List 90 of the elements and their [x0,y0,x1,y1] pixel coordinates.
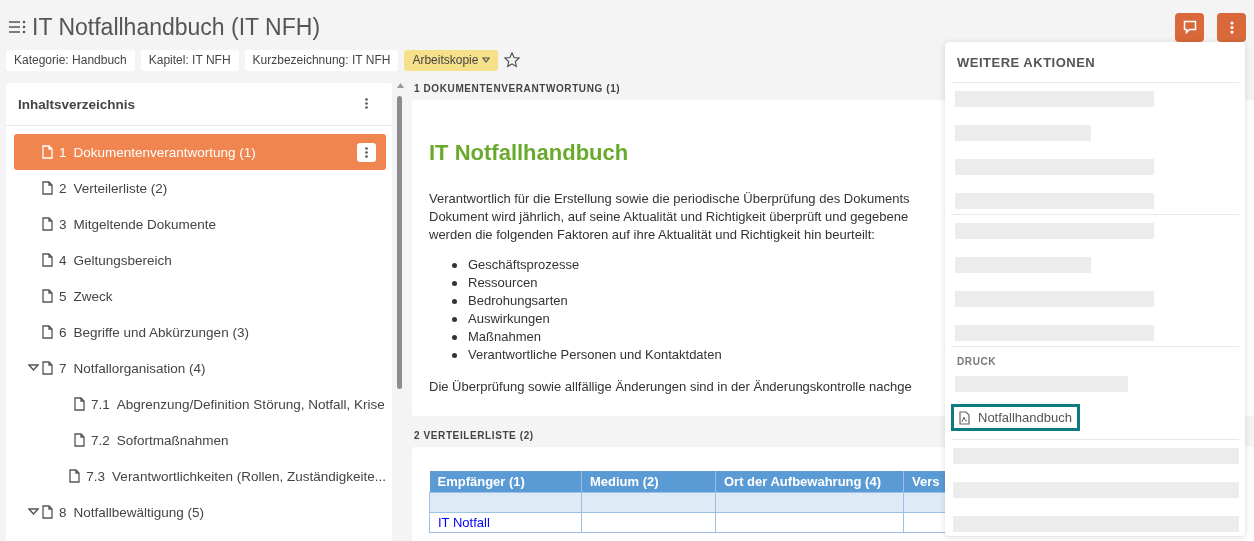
bullet-icon [452,280,457,286]
panel-title: Inhaltsverzeichnis [18,96,136,112]
item-number: 2 [59,180,67,196]
section-heading: 1 DOKUMENTENVERANTWORTUNG (1) [414,83,622,95]
kebab-icon [365,97,368,109]
item-number: 3 [59,216,67,232]
caret-icon [482,57,491,63]
document-icon [42,145,53,159]
document-icon [42,289,53,303]
document-icon [42,217,53,231]
item-number: 1 [59,144,67,160]
paragraph-line: Die Überprüfung sowie allfällige Änderungen sind in der Änderungskontrolle nachge [429,378,912,396]
item-label: Verteilerliste (2) [73,180,168,196]
info-tag: Kategorie: Handbuch [6,49,135,71]
toc-item[interactable]: 8 Notfallbewältigung (5) [14,494,386,530]
item-number: 5 [59,288,67,304]
bullet-icon [452,352,457,358]
toc-item[interactable]: 7.2 Sofortmaßnahmen [14,422,386,458]
kebab-icon [365,146,368,158]
section-heading: 2 VERTEILERLISTE (2) [414,430,535,442]
item-number: 7.1 [91,396,110,412]
toc-item[interactable]: 3 Mitgeltende Dokumente [14,206,386,242]
document-icon [69,469,81,483]
comment-icon [1182,20,1197,34]
bullet-item: Verantwortliche Personen und Kontaktdaten [468,346,722,364]
menu-section-title: DRUCK [956,355,998,368]
item-label: Dokumentenverantwortung (1) [73,144,256,160]
more-button[interactable] [357,142,376,162]
toc-menu-icon[interactable] [8,20,26,34]
bullet-item: Ressourcen [468,274,538,292]
item-label: Notfallbewältigung (5) [73,504,205,520]
document-icon [42,181,53,195]
document-icon [42,361,53,375]
item-number: 6 [59,324,67,340]
item-label: Begriffe und Abkürzungen (3) [73,324,249,340]
item-label: Verantwortlichkeiten (Rollen, Zuständigkeite... [112,468,386,484]
scroll-up-icon[interactable] [397,83,404,88]
item-number: 8 [59,504,67,520]
column-header: Medium (2) [581,471,716,493]
document-icon [74,433,85,447]
more-button[interactable] [1217,12,1246,42]
menu-title: WEITERE AKTIONEN [956,53,1097,72]
pdf-file-icon [959,410,970,425]
document-title: IT Notfallhandbuch [429,140,630,166]
item-label: Mitgeltende Dokumente [73,216,217,232]
toc-item[interactable]: 4 Geltungsbereich [14,242,386,278]
info-tag: Kurzbezeichnung: IT NFH [244,49,399,71]
star-icon[interactable] [504,52,521,68]
paragraph-line: Verantwortlich für die Erstellung sowie die periodische Überprüfung des Dokuments [429,190,910,208]
paragraph-line: werden die folgenden Faktoren auf ihre Aktualität und Richtigkeit hin beurteilt: [429,226,875,244]
toc-item[interactable]: 6 Begriffe und Abkürzungen (3) [14,314,386,350]
item-number: 7.2 [91,432,110,448]
bullet-item: Maßnahmen [468,328,541,346]
bullet-icon [452,298,457,304]
toc-item[interactable]: 7 Notfallorganisation (4) [14,350,386,386]
column-header: Ort der Aufbewahrung (4) [715,471,904,493]
item-number: 7.3 [86,468,106,484]
comment-button[interactable] [1175,12,1204,42]
document-icon [42,253,53,267]
document-icon [42,505,53,519]
item-label: Abgrenzung/Definition Störung, Notfall, Krise [116,396,385,412]
page-title: IT Notfallhandbuch (IT NFH) [32,13,322,41]
caret-icon[interactable] [27,364,39,372]
kebab-icon [1229,20,1234,34]
bullet-item: Bedrohungsarten [468,292,568,310]
bullet-icon [452,262,457,268]
toc-item[interactable]: 2 Verteilerliste (2) [14,170,386,206]
column-header: Empfänger (1) [429,471,582,493]
item-label: Geltungsbereich [73,252,172,268]
bullet-icon [452,334,457,340]
caret-icon[interactable] [27,508,39,516]
item-label: Zweck [73,288,113,304]
paragraph-line: Dokument wird jährlich, auf seine Aktualität und Richtigkeit überprüft und gegebene [429,208,909,226]
info-tag: Kapitel: IT NFH [140,49,239,71]
bullet-item: Geschäftsprozesse [468,256,580,274]
table-cell: IT Notfall [429,512,582,533]
item-number: 4 [59,252,67,268]
item-label: Sofortmaßnahmen [116,432,229,448]
toc-item[interactable]: 5 Zweck [14,278,386,314]
scrollbar-thumb[interactable] [397,96,402,389]
toc-item[interactable]: 7.3 Verantwortlichkeiten (Rollen, Zuständigkeite... [14,458,386,494]
toc-item[interactable]: 7.1 Abgrenzung/Definition Störung, Notfall, Krise [14,386,386,422]
item-number: 7 [59,360,67,376]
document-icon [74,397,85,411]
status-dropdown[interactable]: Arbeitskopie [404,49,499,71]
item-label: Notfallorganisation (4) [73,360,206,376]
document-icon [42,325,53,339]
bullet-icon [452,316,457,322]
menu-item[interactable]: Notfallhandbuch [951,404,1080,431]
bullet-item: Auswirkungen [468,310,550,328]
